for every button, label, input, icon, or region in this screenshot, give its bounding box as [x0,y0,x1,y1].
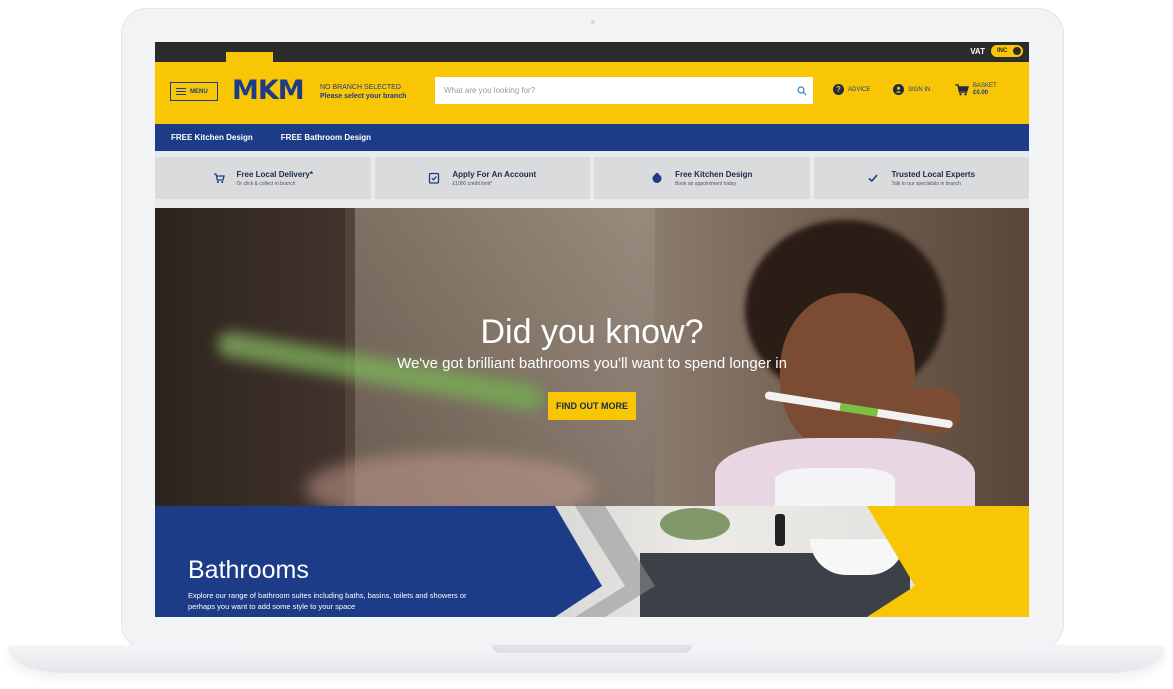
bathroom-plant [660,508,730,540]
benefit-account[interactable]: Apply For An Account £1000 credit limit* [374,157,590,199]
vat-toggle-knob [1013,47,1021,55]
basket-total: £0.00 [973,90,989,96]
vat-toggle[interactable]: INC [991,45,1023,57]
basket-info: BASKET £0.00 [973,83,997,97]
benefit-subtitle: Book an appointment today [675,180,736,187]
promo-nav: FREE Kitchen Design FREE Bathroom Design [155,124,1029,151]
search-bar [435,77,813,104]
laptop-hinge-notch [492,645,692,653]
search-icon[interactable] [797,85,807,96]
kitchen-icon [652,173,662,183]
basket-cart-icon [955,84,969,96]
benefits-strip: Free Local Delivery* Or click & collect … [155,157,1029,199]
benefit-kitchen-design[interactable]: Free Kitchen Design Book an appointment … [594,157,810,199]
nav-link-bathroom-design[interactable]: FREE Bathroom Design [281,133,371,142]
branch-prompt: Please select your branch [320,93,407,100]
benefit-title: Free Local Delivery* [236,169,313,179]
vat-toggle-label: INC [997,48,1008,54]
hero-banner: Did you know? We've got brilliant bathro… [155,208,1029,506]
laptop-screen: VAT INC MENU MKM NO BRANCH SELECTED Plea… [155,42,1029,617]
mkm-logo[interactable]: MKM [232,77,310,105]
menu-label: MENU [190,88,208,95]
advice-link[interactable]: ? ADVICE [833,84,870,95]
find-out-more-button[interactable]: FIND OUT MORE [548,392,636,420]
basket-label: BASKET [973,83,997,89]
question-icon: ? [833,84,844,95]
vat-label: VAT [970,46,985,56]
hero-title: Did you know? [480,313,704,351]
benefit-title: Free Kitchen Design [675,169,753,179]
bathrooms-banner[interactable]: Bathrooms Explore our range of bathroom … [155,506,1029,617]
hamburger-icon [176,87,186,96]
nav-link-kitchen-design[interactable]: FREE Kitchen Design [171,133,253,142]
benefit-local-experts[interactable]: Trusted Local Experts Talk to our specia… [813,157,1029,199]
topbar-active-tab[interactable] [226,52,273,62]
webcam [591,20,595,24]
benefit-title: Apply For An Account [452,169,537,179]
benefit-subtitle: £1000 credit limit* [452,180,493,187]
hero-subtitle: We've got brilliant bathrooms you'll wan… [397,355,787,372]
hero-text-block: Did you know? We've got brilliant bathro… [155,313,1029,420]
banner-title: Bathrooms [188,556,309,584]
benefit-subtitle: Or click & collect in branch [236,180,296,187]
top-utility-bar: VAT INC [155,42,1029,62]
hero-child-collar [775,468,895,506]
user-icon [893,84,904,95]
signin-label: SIGN IN [908,86,931,93]
benefit-subtitle: Talk to our specialists in branch [891,180,961,187]
clipboard-icon [429,172,440,184]
basket-link[interactable]: BASKET £0.00 [955,83,997,97]
benefit-delivery[interactable]: Free Local Delivery* Or click & collect … [155,157,371,199]
bathroom-soap-bottle [775,514,785,546]
site-header: MENU MKM NO BRANCH SELECTED Please selec… [155,62,1029,124]
menu-button[interactable]: MENU [170,82,218,101]
benefit-title: Trusted Local Experts [891,169,976,179]
check-icon [868,174,879,183]
cart-icon [213,173,225,183]
search-input[interactable] [442,85,797,96]
branch-status: NO BRANCH SELECTED [320,84,401,91]
advice-label: ADVICE [848,86,871,93]
vat-switch[interactable]: VAT INC [970,45,1023,57]
signin-link[interactable]: SIGN IN [893,84,930,95]
banner-description: Explore our range of bathroom suites inc… [188,591,467,611]
branch-selector[interactable]: NO BRANCH SELECTED Please select your br… [320,84,406,100]
